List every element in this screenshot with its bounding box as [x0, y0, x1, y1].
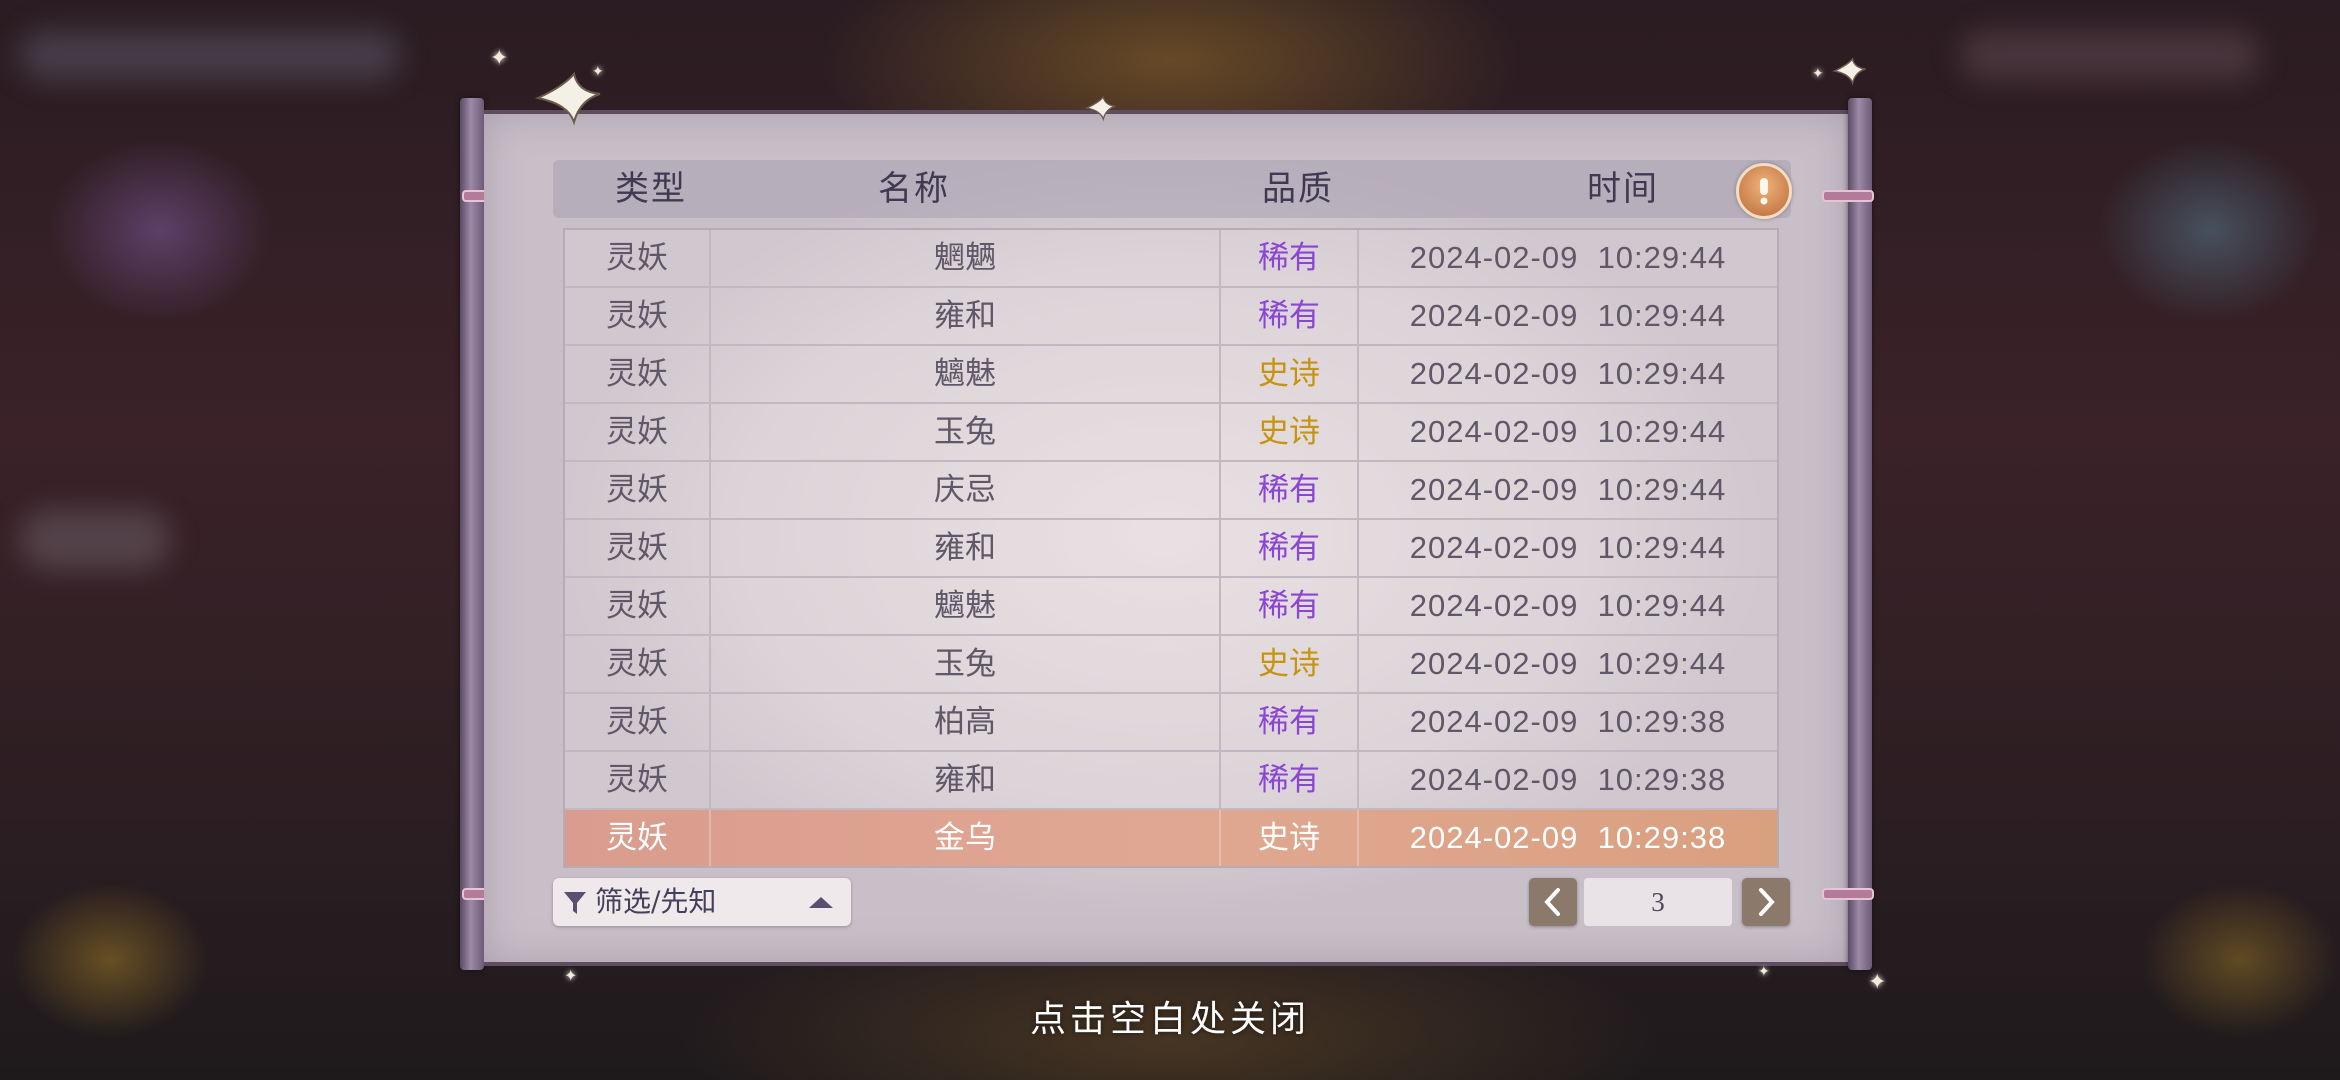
cell-type: 灵妖 [565, 636, 711, 692]
sparkle-icon: ✦ [490, 46, 509, 71]
cell-type: 灵妖 [565, 520, 711, 576]
cell-quality: 稀有 [1221, 288, 1359, 344]
background-left-label [20, 510, 170, 570]
cell-time: 2024-02-09 10:29:44 [1409, 240, 1727, 275]
prev-page-button[interactable] [1529, 878, 1577, 926]
cell-type: 灵妖 [565, 752, 711, 808]
chevron-left-icon [1544, 888, 1560, 916]
cell-quality: 稀有 [1221, 230, 1359, 286]
cell-type: 灵妖 [565, 810, 711, 866]
cell-name: 魍魉 [711, 230, 1221, 286]
cell-quality: 史诗 [1221, 810, 1359, 866]
sparkle-icon: ✦ [1758, 964, 1770, 980]
filter-dropdown[interactable]: 筛选/先知 [553, 878, 851, 926]
cell-name: 魑魅 [711, 578, 1221, 634]
table-row[interactable]: 灵妖 玉兔 史诗 2024-02-09 10:29:44 [565, 636, 1777, 694]
table-row[interactable]: 灵妖 魑魅 稀有 2024-02-09 10:29:44 [565, 578, 1777, 636]
next-page-button[interactable] [1742, 878, 1790, 926]
table-row[interactable]: 灵妖 庆忌 稀有 2024-02-09 10:29:44 [565, 462, 1777, 520]
table-row[interactable]: 灵妖 魍魉 稀有 2024-02-09 10:29:44 [565, 230, 1777, 288]
header-name: 名称 [878, 169, 950, 209]
cell-time: 2024-02-09 10:29:38 [1409, 820, 1727, 855]
cell-quality: 稀有 [1221, 694, 1359, 750]
exclamation-icon [1760, 178, 1768, 205]
cell-time: 2024-02-09 10:29:38 [1409, 704, 1727, 739]
table-header: 类型 名称 品质 时间 [553, 160, 1791, 218]
table-row[interactable]: 灵妖 雍和 稀有 2024-02-09 10:29:38 [565, 752, 1777, 810]
cell-quality: 史诗 [1221, 636, 1359, 692]
header-type: 类型 [615, 169, 687, 209]
swallow-icon [1085, 95, 1116, 122]
close-hint-text[interactable]: 点击空白处关闭 [0, 990, 2340, 1042]
cell-type: 灵妖 [565, 230, 711, 286]
cell-quality: 稀有 [1221, 752, 1359, 808]
cell-time: 2024-02-09 10:29:44 [1409, 472, 1727, 507]
cell-name: 魑魅 [711, 346, 1221, 402]
cell-quality: 史诗 [1221, 346, 1359, 402]
caret-up-icon [809, 897, 833, 908]
table-row[interactable]: 灵妖 魑魅 史诗 2024-02-09 10:29:44 [565, 346, 1777, 404]
cell-name: 玉兔 [711, 404, 1221, 460]
page-number: 3 [1584, 878, 1732, 926]
background-top-right-menu [1960, 30, 2260, 80]
background-top-left-menu [20, 30, 400, 80]
sparkle-icon: ✦ [564, 966, 578, 985]
cell-name: 金乌 [711, 810, 1221, 866]
cell-name: 雍和 [711, 288, 1221, 344]
funnel-icon [564, 892, 586, 914]
swallow-icon [1832, 57, 1866, 86]
cell-quality: 稀有 [1221, 462, 1359, 518]
cell-name: 雍和 [711, 520, 1221, 576]
cell-quality: 稀有 [1221, 520, 1359, 576]
cell-type: 灵妖 [565, 694, 711, 750]
table-row[interactable]: 灵妖 雍和 稀有 2024-02-09 10:29:44 [565, 520, 1777, 578]
cell-type: 灵妖 [565, 346, 711, 402]
table-row[interactable]: 灵妖 金乌 史诗 2024-02-09 10:29:38 [565, 810, 1777, 866]
cell-quality: 史诗 [1221, 404, 1359, 460]
cell-name: 柏高 [711, 694, 1221, 750]
cell-time: 2024-02-09 10:29:38 [1409, 762, 1727, 797]
cell-type: 灵妖 [565, 462, 711, 518]
cell-name: 庆忌 [711, 462, 1221, 518]
table-row[interactable]: 灵妖 玉兔 史诗 2024-02-09 10:29:44 [565, 404, 1777, 462]
cell-quality: 稀有 [1221, 578, 1359, 634]
cell-time: 2024-02-09 10:29:44 [1409, 356, 1727, 391]
cell-type: 灵妖 [565, 404, 711, 460]
filter-label: 筛选/先知 [595, 885, 717, 918]
sparkle-icon: ✦ [1812, 66, 1824, 82]
sparkle-icon: ✦ [592, 64, 604, 80]
table-row[interactable]: 灵妖 柏高 稀有 2024-02-09 10:29:38 [565, 694, 1777, 752]
cell-type: 灵妖 [565, 578, 711, 634]
rod-pin [1822, 888, 1874, 900]
cell-time: 2024-02-09 10:29:44 [1409, 414, 1727, 449]
record-table: 灵妖 魍魉 稀有 2024-02-09 10:29:44 灵妖 雍和 稀有 2024-02-0… [563, 228, 1779, 868]
table-row[interactable]: 灵妖 雍和 稀有 2024-02-09 10:29:44 [565, 288, 1777, 346]
hint-button[interactable] [1736, 163, 1792, 219]
scroll-rod-left [460, 98, 514, 970]
header-quality: 品质 [1262, 169, 1334, 209]
scroll-rod-right [1822, 98, 1874, 970]
cell-time: 2024-02-09 10:29:44 [1409, 298, 1727, 333]
cell-type: 灵妖 [565, 288, 711, 344]
cell-time: 2024-02-09 10:29:44 [1409, 646, 1727, 681]
cell-name: 雍和 [711, 752, 1221, 808]
cell-time: 2024-02-09 10:29:44 [1409, 588, 1727, 623]
cell-time: 2024-02-09 10:29:44 [1409, 530, 1727, 565]
chevron-right-icon [1759, 888, 1775, 916]
cell-name: 玉兔 [711, 636, 1221, 692]
